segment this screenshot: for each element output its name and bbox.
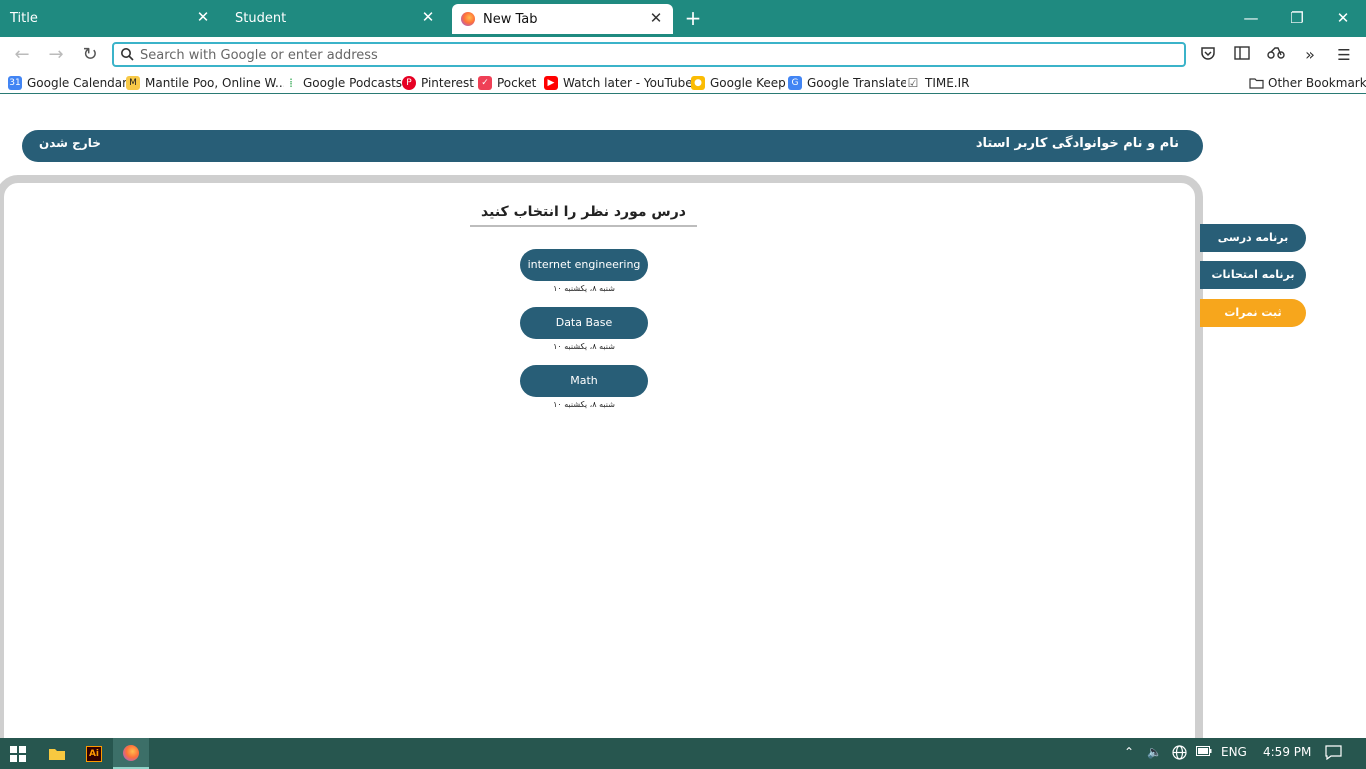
podcasts-icon: ⁞ (284, 76, 298, 90)
clock-time[interactable]: 4:59 PM (1263, 745, 1311, 759)
pocket-icon: ✓ (478, 76, 492, 90)
firefox-icon (461, 12, 475, 26)
course-schedule: شنبه ۸، یکشنبه ۱۰ (553, 284, 615, 293)
navigation-toolbar: ← → ↻ » ☰ (0, 37, 1366, 72)
bookmark-pocket[interactable]: ✓ Pocket (478, 74, 536, 92)
reader-view-icon[interactable] (1232, 45, 1252, 65)
windows-start-icon[interactable] (0, 738, 36, 769)
bookmark-label: TIME.IR (925, 76, 970, 90)
translate-icon: G (788, 76, 802, 90)
close-tab-icon[interactable]: ✕ (421, 10, 435, 25)
tab-title[interactable]: Title ✕ (0, 0, 220, 37)
tab-label: Student (235, 11, 287, 26)
keep-icon: ● (691, 76, 705, 90)
course-schedule: شنبه ۸، یکشنبه ۱۰ (553, 400, 615, 409)
reload-icon[interactable]: ↻ (78, 43, 102, 67)
pinterest-icon: P (402, 76, 416, 90)
bookmark-google-podcasts[interactable]: ⁞ Google Podcasts (284, 74, 402, 92)
search-icon (121, 48, 134, 61)
user-header-bar: نام و نام خوانوادگی کاربر استاد خارج شدن (22, 130, 1203, 162)
bookmark-time-ir[interactable]: ☑ TIME.IR (906, 74, 970, 92)
bookmark-label: Pinterest (421, 76, 475, 90)
course-schedule: شنبه ۸، یکشنبه ۱۰ (553, 342, 615, 351)
bookmark-label: Google Podcasts (303, 76, 403, 90)
course-button-math[interactable]: Math (520, 365, 648, 397)
user-name-title: نام و نام خوانوادگی کاربر استاد (975, 136, 1179, 151)
tab-strip: Title ✕ Student ✕ New Tab ✕ + — ❐ ✕ (0, 0, 1366, 37)
tab-label: Title (10, 11, 38, 26)
bookmark-label: Watch later - YouTube (563, 76, 693, 90)
bookmark-google-keep[interactable]: ● Google Keep (691, 74, 786, 92)
side-menu-exam-schedule[interactable]: برنامه امتحانات (1200, 261, 1306, 289)
calendar-icon: 31 (8, 76, 22, 90)
sync-account-icon[interactable] (1266, 45, 1286, 65)
side-menu-class-schedule[interactable]: برنامه درسی (1200, 224, 1306, 252)
logout-button[interactable]: خارج شدن (39, 136, 101, 150)
notifications-icon[interactable] (1325, 745, 1342, 763)
input-language[interactable]: ENG (1221, 745, 1247, 759)
firefox-taskbar-icon[interactable] (113, 738, 149, 769)
close-window-icon[interactable]: ✕ (1328, 6, 1358, 30)
bookmark-label: Google Keep (710, 76, 786, 90)
pocket-save-icon[interactable] (1198, 45, 1218, 65)
bookmark-google-calendar[interactable]: 31 Google Calendar (8, 74, 127, 92)
new-tab-button[interactable]: + (682, 8, 704, 30)
bookmark-label: Mantile Poo, Online W... (145, 76, 287, 90)
battery-icon[interactable] (1196, 745, 1212, 759)
bookmark-label: Google Calendar (27, 76, 128, 90)
tab-student[interactable]: Student ✕ (225, 0, 445, 37)
bookmark-label: Google Translate (807, 76, 908, 90)
youtube-icon: ▶ (544, 76, 558, 90)
other-bookmarks-label: Other Bookmarks (1268, 76, 1366, 90)
forward-arrow-icon[interactable]: → (44, 43, 68, 67)
side-menu-grade-entry[interactable]: ثبت نمرات (1200, 299, 1306, 327)
bookmark-label: Pocket (497, 76, 537, 90)
network-globe-icon[interactable] (1172, 745, 1187, 763)
bookmark-youtube[interactable]: ▶ Watch later - YouTube (544, 74, 693, 92)
close-tab-icon[interactable]: ✕ (196, 10, 210, 25)
hamburger-menu-icon[interactable]: ☰ (1334, 45, 1354, 65)
overflow-chevron-icon[interactable]: » (1300, 45, 1320, 65)
show-hidden-icons-icon[interactable]: ⌃ (1124, 745, 1134, 759)
file-explorer-icon[interactable] (39, 738, 75, 769)
other-bookmarks[interactable]: Other Bookmarks (1249, 74, 1366, 92)
minimize-icon[interactable]: — (1236, 6, 1266, 30)
course-button-data-base[interactable]: Data Base (520, 307, 648, 339)
select-course-heading: درس مورد نظر را انتخاب کنید (470, 204, 697, 227)
volume-icon[interactable]: 🔈 (1147, 745, 1162, 759)
back-arrow-icon[interactable]: ← (10, 43, 34, 67)
tab-label: New Tab (483, 11, 538, 27)
time-icon: ☑ (906, 76, 920, 90)
bookmarks-toolbar: 31 Google Calendar M Mantile Poo, Online… (0, 72, 1366, 94)
tab-new-tab[interactable]: New Tab ✕ (452, 4, 673, 34)
folder-icon (1249, 78, 1264, 89)
close-tab-icon[interactable]: ✕ (649, 11, 663, 26)
bookmark-pinterest[interactable]: P Pinterest (402, 74, 474, 92)
course-button-internet-engineering[interactable]: internet engineering (520, 249, 648, 281)
windows-taskbar: Ai ⌃ 🔈 ENG 4:59 PM (0, 738, 1366, 769)
illustrator-icon[interactable]: Ai (76, 738, 112, 769)
bookmark-google-translate[interactable]: G Google Translate (788, 74, 908, 92)
mantile-icon: M (126, 76, 140, 90)
restore-icon[interactable]: ❐ (1282, 6, 1312, 30)
address-input[interactable] (140, 45, 1170, 65)
bookmark-mantile[interactable]: M Mantile Poo, Online W... (126, 74, 286, 92)
address-bar[interactable] (112, 42, 1186, 67)
